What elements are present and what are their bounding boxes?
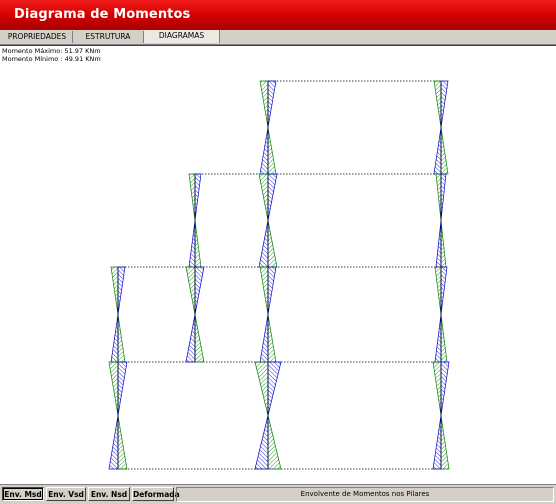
- status-panel: Envolvente de Momentos nos Pilares: [176, 487, 554, 502]
- bottom-toolbar: Env. Msd Env. Vsd Env. Nsd Deformada Env…: [0, 484, 556, 504]
- moment-diagram: [108, 80, 450, 470]
- diagram-canvas[interactable]: Momento Máximo: 51.97 KNm Momento Mínimo…: [0, 45, 556, 484]
- tab-estrutura[interactable]: ESTRUTURA: [73, 31, 144, 43]
- deformada-button[interactable]: Deformada: [132, 487, 180, 501]
- tab-propriedades[interactable]: PROPRIEDADES: [2, 31, 73, 43]
- env-msd-button[interactable]: Env. Msd: [2, 487, 44, 501]
- tab-strip: PROPRIEDADES ESTRUTURA DIAGRAMAS: [0, 30, 556, 45]
- window-title: Diagrama de Momentos: [14, 7, 191, 22]
- title-bar: Diagrama de Momentos: [0, 0, 556, 30]
- env-vsd-button[interactable]: Env. Vsd: [46, 487, 86, 501]
- tab-diagramas[interactable]: DIAGRAMAS: [144, 30, 220, 43]
- env-nsd-button[interactable]: Env. Nsd: [88, 487, 130, 501]
